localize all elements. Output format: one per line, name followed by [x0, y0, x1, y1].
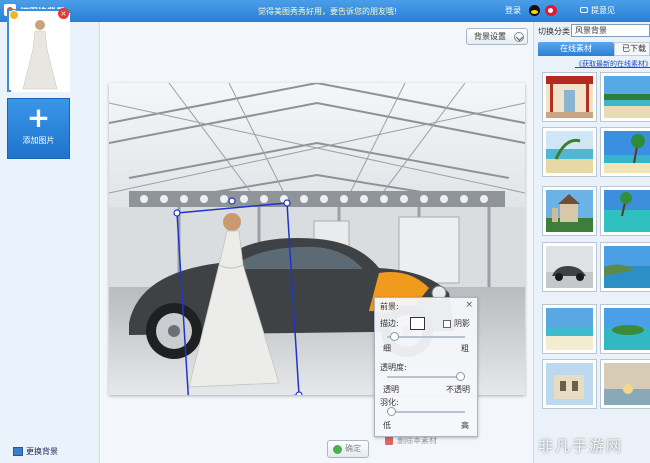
category-select[interactable]: 风景背景 [571, 24, 650, 37]
white-beach-image [546, 308, 593, 350]
slogan-text: 觉得美图秀秀好用，要告诉您的朋友哦! [258, 7, 398, 16]
get-latest-materials-link[interactable]: 《获取最新的在线素材》 [575, 59, 650, 69]
feather-slider-knob[interactable] [387, 407, 396, 416]
opacity-slider-knob[interactable] [456, 372, 465, 381]
close-icon[interactable]: × [465, 300, 473, 310]
sunset-sea-image [604, 363, 650, 405]
change-background-link[interactable]: 更换背景 [26, 446, 58, 458]
thumbnail-badge-icon [9, 10, 19, 20]
transparent-label: 透明 [383, 385, 399, 394]
stroke-slider-knob[interactable] [390, 332, 400, 341]
material-thumbnail[interactable] [600, 242, 650, 292]
interior-corridor-image [546, 76, 593, 118]
weibo-login-icon[interactable] [545, 5, 557, 16]
opaque-label: 不透明 [446, 385, 470, 394]
beach-palm-image [604, 76, 650, 118]
material-thumbnail[interactable] [600, 359, 650, 409]
watermark-logo: 非凡手游网 [538, 437, 624, 455]
feedback-link[interactable]: 提意见 [591, 5, 615, 16]
check-icon [333, 445, 342, 454]
shadow-label: 阴影 [454, 319, 470, 328]
villa-image [546, 363, 593, 405]
thin-label: 细 [383, 344, 391, 353]
material-thumbnail[interactable] [542, 242, 597, 292]
chevron-down-icon [514, 32, 524, 42]
trash-icon [385, 436, 393, 445]
confirm-label: 确定 [345, 444, 361, 453]
shadow-checkbox[interactable] [443, 320, 451, 328]
thick-label: 粗 [461, 344, 469, 353]
bride-thumbnail-image [11, 13, 70, 92]
material-thumbnail[interactable] [600, 72, 650, 122]
car-showroom-image [546, 246, 593, 288]
island-palm-image [604, 131, 650, 173]
foreground-panel-title: 前景: [380, 302, 399, 311]
material-thumbnail[interactable] [600, 304, 650, 354]
castle-image [546, 190, 593, 232]
material-thumbnail[interactable] [542, 127, 597, 177]
material-thumbnail[interactable] [542, 186, 597, 236]
material-thumbnail[interactable] [600, 186, 650, 236]
change-background-icon[interactable] [13, 447, 23, 456]
background-settings-label: 背景设置 [474, 32, 506, 41]
confirm-button[interactable]: 确定 [327, 440, 369, 458]
material-thumbnail[interactable] [542, 304, 597, 354]
stroke-color-swatch[interactable] [410, 317, 425, 330]
lagoon-image [604, 190, 650, 232]
remove-thumbnail-icon[interactable]: × [58, 8, 69, 19]
stroke-slider[interactable] [387, 332, 465, 341]
plus-icon: + [26, 101, 51, 134]
opacity-slider[interactable] [387, 372, 465, 381]
sea-cliff-image [604, 246, 650, 288]
stroke-label: 描边: [380, 319, 399, 328]
tropical-shore-image [546, 131, 593, 173]
material-thumbnail[interactable] [542, 359, 597, 409]
atoll-image [604, 308, 650, 350]
feather-slider[interactable] [387, 407, 465, 416]
qq-login-icon[interactable] [529, 5, 540, 16]
login-link[interactable]: 登录 [505, 5, 521, 16]
add-photo-label: 添加图片 [22, 136, 55, 145]
category-label: 切换分类 [538, 27, 570, 36]
high-label: 高 [461, 421, 469, 430]
tab-downloaded[interactable]: 已下载 [614, 42, 650, 56]
foreground-thumbnail[interactable] [7, 9, 70, 92]
delete-material-label: 删除本素材 [397, 436, 437, 445]
foreground-properties-panel: 前景: × 描边: 阴影 细 粗 透明度: 透明 不透明 羽化: 低 高 [374, 297, 478, 437]
low-label: 低 [383, 421, 391, 430]
feedback-icon[interactable] [580, 7, 588, 13]
material-thumbnail[interactable] [600, 127, 650, 177]
opacity-label: 透明度: [380, 363, 407, 372]
add-photo-button[interactable]: + 添加图片 [7, 98, 70, 159]
tab-online-materials[interactable]: 在线素材 [538, 42, 614, 56]
title-bar: 抠图换背景 觉得美图秀秀好用，要告诉您的朋友哦! 登录 提意见 [0, 0, 650, 22]
material-thumbnail[interactable] [542, 72, 597, 122]
background-settings-dropdown[interactable]: 背景设置 [466, 28, 528, 45]
